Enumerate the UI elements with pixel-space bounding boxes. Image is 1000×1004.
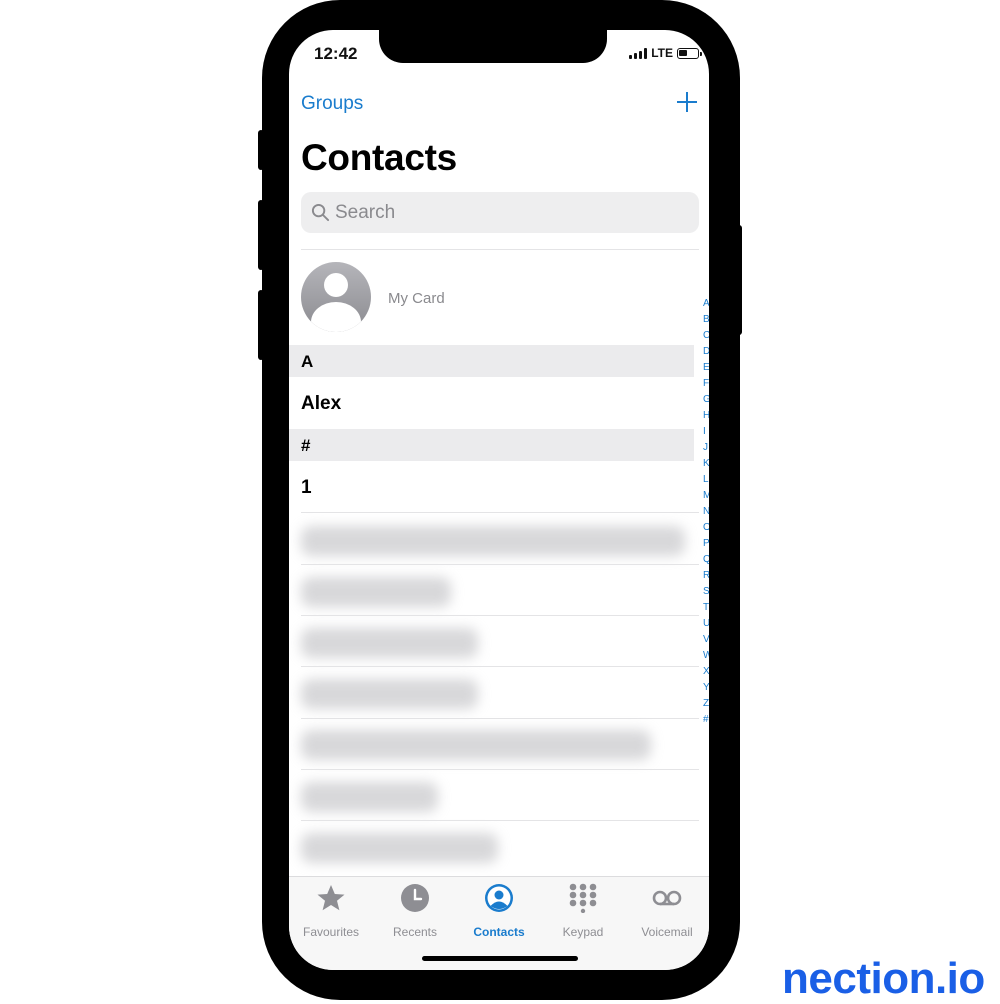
search-icon	[311, 203, 330, 222]
tab-voicemail[interactable]: Voicemail	[625, 883, 709, 943]
contact-row[interactable]: Alex	[301, 393, 341, 415]
watermark-logo: nection.io	[782, 954, 985, 1003]
blurred-contact-row[interactable]	[301, 679, 478, 709]
alphabet-index[interactable]: A B C D E F G H I J K L M N O P Q R S T U V W X Y Z #	[703, 296, 709, 728]
notch	[379, 30, 607, 63]
status-time: 12:42	[314, 44, 358, 63]
divider	[301, 666, 699, 667]
index-letter[interactable]: I	[703, 424, 709, 440]
tab-label: Favourites	[302, 925, 360, 939]
index-letter[interactable]: K	[703, 456, 709, 472]
section-letter: #	[301, 436, 311, 455]
search-input[interactable]	[335, 192, 685, 233]
add-contact-button[interactable]	[675, 90, 699, 114]
index-letter[interactable]: L	[703, 472, 709, 488]
index-letter[interactable]: U	[703, 616, 709, 632]
status-indicators: LTE	[629, 46, 702, 60]
volume-down-button	[258, 290, 264, 360]
divider	[301, 718, 699, 719]
tab-label: Voicemail	[641, 925, 693, 939]
network-type: LTE	[651, 46, 673, 60]
voicemail-icon	[652, 890, 682, 906]
index-letter[interactable]: N	[703, 504, 709, 520]
tab-recents[interactable]: Recents	[373, 883, 457, 943]
blurred-contact-row[interactable]	[301, 628, 478, 658]
index-letter[interactable]: F	[703, 376, 709, 392]
blurred-contact-row[interactable]	[301, 577, 451, 607]
index-letter[interactable]: Q	[703, 552, 709, 568]
power-button	[736, 225, 742, 335]
index-letter[interactable]: M	[703, 488, 709, 504]
index-letter[interactable]: D	[703, 344, 709, 360]
groups-button[interactable]: Groups	[301, 93, 363, 115]
index-letter[interactable]: X	[703, 664, 709, 680]
divider	[301, 512, 699, 513]
tab-label: Recents	[392, 925, 438, 939]
index-letter[interactable]: E	[703, 360, 709, 376]
index-letter[interactable]: V	[703, 632, 709, 648]
page-title: Contacts	[301, 137, 457, 178]
tab-label: Keypad	[562, 925, 604, 939]
divider	[301, 249, 699, 250]
index-letter[interactable]: O	[703, 520, 709, 536]
person-circle-icon	[485, 884, 513, 912]
tab-label: Contacts	[473, 925, 525, 939]
tab-favourites[interactable]: Favourites	[289, 883, 373, 943]
tab-keypad[interactable]: Keypad	[541, 883, 625, 943]
index-letter[interactable]: J	[703, 440, 709, 456]
volume-up-button	[258, 200, 264, 270]
blurred-contact-row[interactable]	[301, 730, 651, 760]
index-letter[interactable]: A	[703, 296, 709, 312]
index-letter[interactable]: Z	[703, 696, 709, 712]
index-letter[interactable]: G	[703, 392, 709, 408]
signal-icon	[629, 47, 648, 59]
index-letter[interactable]: W	[703, 648, 709, 664]
index-letter[interactable]: S	[703, 584, 709, 600]
blurred-contact-row[interactable]	[301, 833, 498, 863]
divider	[301, 564, 699, 565]
index-letter[interactable]: H	[703, 408, 709, 424]
index-letter[interactable]: P	[703, 536, 709, 552]
action-button	[258, 130, 264, 170]
divider	[301, 615, 699, 616]
blurred-contact-row[interactable]	[301, 782, 438, 812]
clock-icon	[401, 884, 429, 912]
avatar	[301, 262, 371, 332]
index-letter[interactable]: Y	[703, 680, 709, 696]
divider	[301, 769, 699, 770]
index-letter[interactable]: R	[703, 568, 709, 584]
section-header: A	[289, 345, 694, 377]
index-letter[interactable]: #	[703, 712, 709, 728]
battery-icon	[677, 47, 702, 59]
blurred-contact-row[interactable]	[301, 526, 685, 556]
index-letter[interactable]: T	[703, 600, 709, 616]
section-header: #	[289, 429, 694, 461]
tab-contacts[interactable]: Contacts	[457, 883, 541, 943]
home-indicator[interactable]	[422, 956, 578, 961]
my-card-label: My Card	[388, 290, 445, 307]
section-letter: A	[301, 352, 314, 371]
star-icon	[317, 885, 345, 911]
phone-screen: 12:42 LTE Groups Contacts My Card A Alex…	[289, 30, 709, 970]
keypad-icon	[569, 883, 597, 913]
index-letter[interactable]: C	[703, 328, 709, 344]
contact-row[interactable]: 1	[301, 477, 312, 499]
search-bar[interactable]	[301, 192, 699, 233]
divider	[301, 820, 699, 821]
index-letter[interactable]: B	[703, 312, 709, 328]
